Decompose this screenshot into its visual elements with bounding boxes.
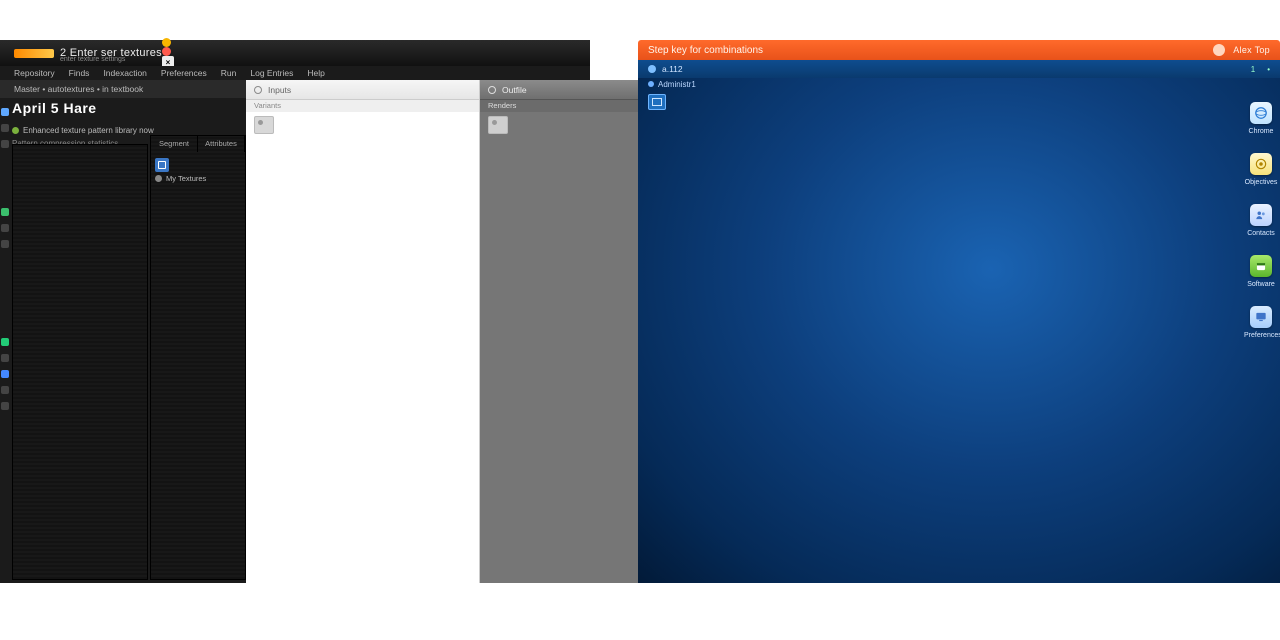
fm-section-a: Variants [246, 100, 479, 112]
fm-item[interactable]: untitled [246, 112, 479, 138]
store-icon[interactable] [1250, 255, 1272, 277]
panel-b-item[interactable] [155, 158, 169, 172]
desktop-shortcut[interactable] [648, 94, 666, 110]
status-text: Enhanced texture pattern library now [23, 126, 154, 135]
fm-column-a: Inputs Variants untitled [246, 80, 480, 583]
left-window-subtitle: enter texture settings [60, 56, 125, 63]
left-menubar: Repository Finds Indexaction Preferences… [0, 66, 590, 80]
right-breadcrumb[interactable]: Administr1 [638, 78, 1280, 90]
activity-item[interactable] [1, 338, 9, 346]
bullet-icon [155, 175, 162, 182]
titlebar-right-cluster: Alex Top [1213, 44, 1270, 56]
right-window-titlebar[interactable]: Step key for combinations Alex Top [638, 40, 1280, 60]
menu-item[interactable]: Preferences [161, 68, 207, 78]
panel-b-header: Segment Attributes [151, 136, 245, 152]
browser-icon[interactable] [1250, 102, 1272, 124]
tab-label[interactable]: a.112 [662, 64, 683, 74]
right-tabbar: a.112 1 • [638, 60, 1280, 78]
col-header[interactable]: Attributes [198, 136, 245, 152]
tab-label: Inputs [268, 85, 291, 95]
menu-item[interactable]: Log Entries [250, 68, 293, 78]
icon-label: Contacts [1244, 230, 1278, 237]
left-panel-b[interactable]: Segment Attributes My Textures [150, 135, 246, 580]
section-title: April 5 Hare [12, 100, 242, 116]
activity-item[interactable] [1, 240, 9, 248]
icon-label: Software [1244, 281, 1278, 288]
col-header[interactable]: Segment [151, 136, 198, 152]
folder-icon [155, 158, 169, 172]
item-label: My Textures [166, 174, 206, 183]
right-desktop[interactable]: a.112 1 • Administr1 Chrome Objectives C… [638, 60, 1280, 583]
activity-item[interactable] [1, 140, 9, 148]
monitor-icon[interactable] [1250, 306, 1272, 328]
file-thumb-icon [254, 116, 274, 134]
tab-label: Outfile [502, 85, 527, 95]
left-titlebar[interactable]: 2 Enter ser textures enter texture setti… [0, 40, 590, 66]
minimize-button[interactable] [162, 38, 171, 47]
menu-item[interactable]: Indexaction [103, 68, 146, 78]
tabbar-right-indicators: 1 • [1251, 65, 1270, 74]
icon-label: Objectives [1244, 179, 1278, 186]
desktop-icon-column: Chrome Objectives Contacts Software Pref… [1246, 102, 1276, 339]
activity-item[interactable] [1, 224, 9, 232]
activity-item[interactable] [1, 386, 9, 394]
panel-b-item-2[interactable]: My Textures [155, 174, 206, 183]
crumb-dot-icon [648, 81, 654, 87]
file-thumb-icon [488, 116, 508, 134]
tab-dot-icon [648, 65, 656, 73]
left-activity-bar [0, 100, 10, 580]
indicator[interactable]: 1 [1251, 65, 1255, 74]
indicator[interactable]: • [1267, 65, 1270, 74]
right-window-title: Step key for combinations [648, 45, 763, 56]
activity-item[interactable] [1, 124, 9, 132]
reload-icon [488, 86, 496, 94]
icon-label: Chrome [1244, 128, 1278, 135]
fm-item[interactable]: output_01 [480, 112, 638, 138]
reload-icon [254, 86, 262, 94]
menu-item[interactable]: Finds [69, 68, 90, 78]
fm-section-b: Renders [480, 100, 638, 112]
activity-item[interactable] [1, 208, 9, 216]
breadcrumb-text: Master • autotextures • in textbook [14, 84, 143, 94]
status-dot-icon [12, 127, 19, 134]
menu-item[interactable]: Repository [14, 68, 55, 78]
close-dot-button[interactable] [162, 47, 171, 56]
app-logo [14, 49, 54, 58]
left-panel-a[interactable] [12, 144, 148, 580]
target-icon[interactable] [1250, 153, 1272, 175]
menu-item[interactable]: Run [221, 68, 237, 78]
window-controls: × [162, 38, 174, 68]
fm-tab-a[interactable]: Inputs [246, 80, 479, 100]
activity-item[interactable] [1, 354, 9, 362]
section-status-row: Enhanced texture pattern library now [12, 126, 242, 135]
people-icon[interactable] [1250, 204, 1272, 226]
fm-column-b: Outfile Renders output_01 [480, 80, 638, 583]
activity-item[interactable] [1, 402, 9, 410]
icon-label: Preferences [1244, 332, 1278, 339]
user-name[interactable]: Alex Top [1233, 45, 1270, 55]
activity-item[interactable] [1, 108, 9, 116]
crumb-text: Administr1 [658, 80, 696, 89]
user-avatar-icon[interactable] [1213, 44, 1225, 56]
file-manager: Inputs Variants untitled Outfile Renders… [246, 80, 638, 583]
menu-item[interactable]: Help [307, 68, 324, 78]
fm-tab-b[interactable]: Outfile [480, 80, 638, 100]
activity-item[interactable] [1, 370, 9, 378]
